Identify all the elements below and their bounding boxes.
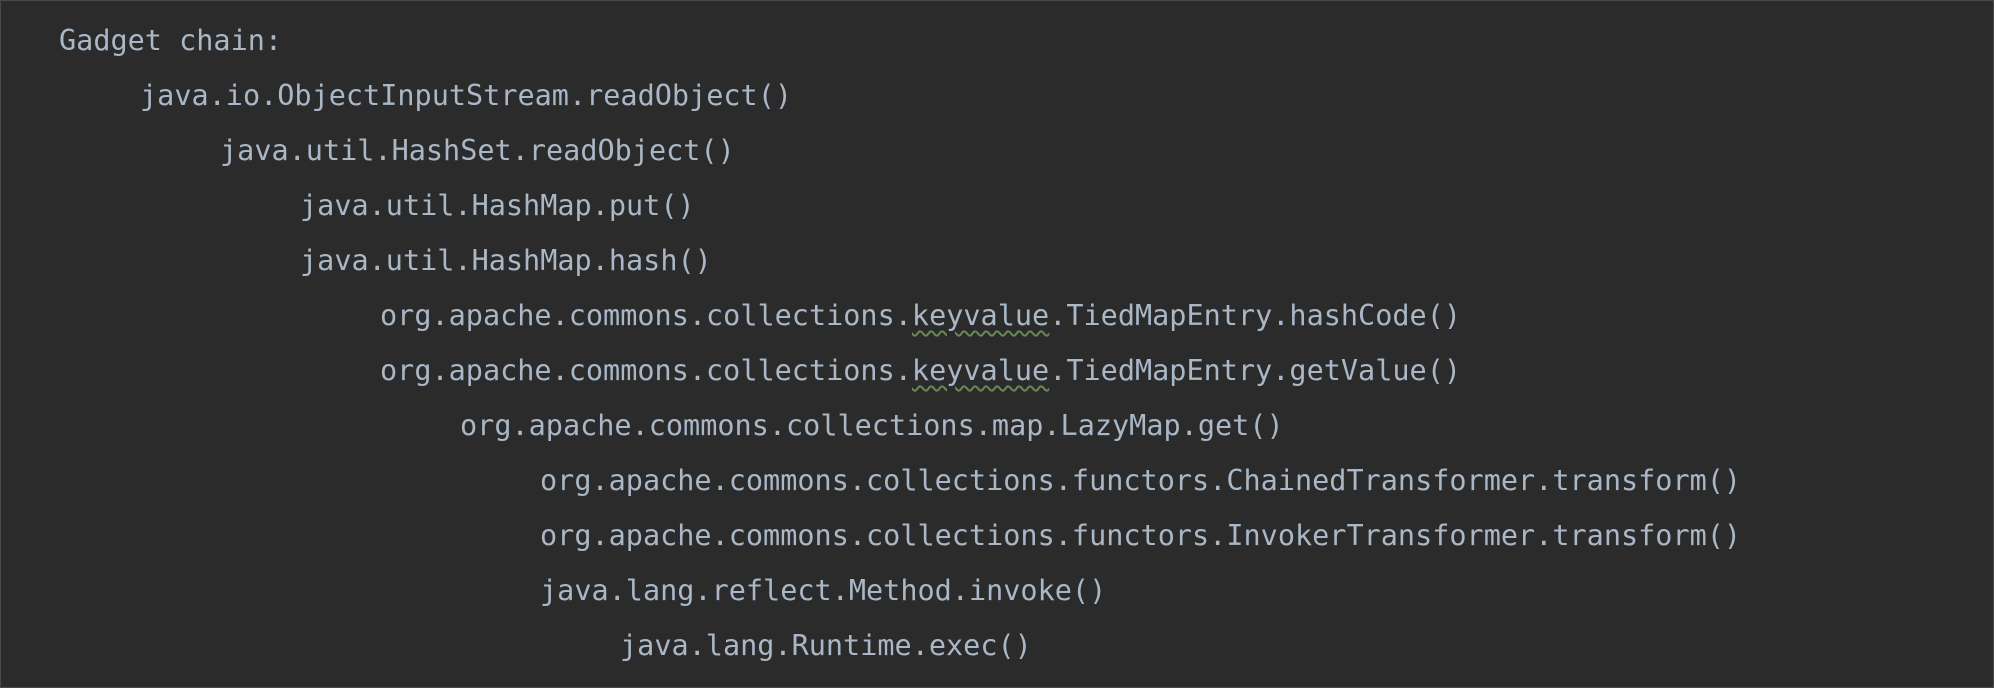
- code-editor[interactable]: Gadget chain: java.io.ObjectInputStream.…: [0, 0, 1994, 688]
- code-line: java.util.HashMap.put(): [300, 189, 695, 222]
- spellcheck-flagged-word[interactable]: keyvalue: [912, 354, 1049, 387]
- code-line: org.apache.commons.collections.functors.…: [540, 464, 1742, 497]
- code-line: org.apache.commons.collections.map.LazyM…: [460, 409, 1284, 442]
- code-line: org.apache.commons.collections.keyvalue.…: [380, 351, 1461, 391]
- code-line: org.apache.commons.collections.functors.…: [540, 519, 1742, 552]
- code-line: java.util.HashSet.readObject(): [220, 134, 735, 167]
- code-segment: .TiedMapEntry.hashCode(): [1049, 299, 1462, 332]
- code-line: java.io.ObjectInputStream.readObject(): [140, 79, 793, 112]
- code-segment: org.apache.commons.collections.: [380, 299, 912, 332]
- code-line: org.apache.commons.collections.keyvalue.…: [380, 296, 1461, 336]
- code-line: java.lang.Runtime.exec(): [620, 629, 1032, 662]
- code-line: java.util.HashMap.hash(): [300, 244, 712, 277]
- code-segment: org.apache.commons.collections.: [380, 354, 912, 387]
- code-line: java.lang.reflect.Method.invoke(): [540, 574, 1107, 607]
- code-line-gadget-chain-header: Gadget chain:: [59, 24, 283, 57]
- code-segment: .TiedMapEntry.getValue(): [1049, 354, 1462, 387]
- spellcheck-flagged-word[interactable]: keyvalue: [912, 299, 1049, 332]
